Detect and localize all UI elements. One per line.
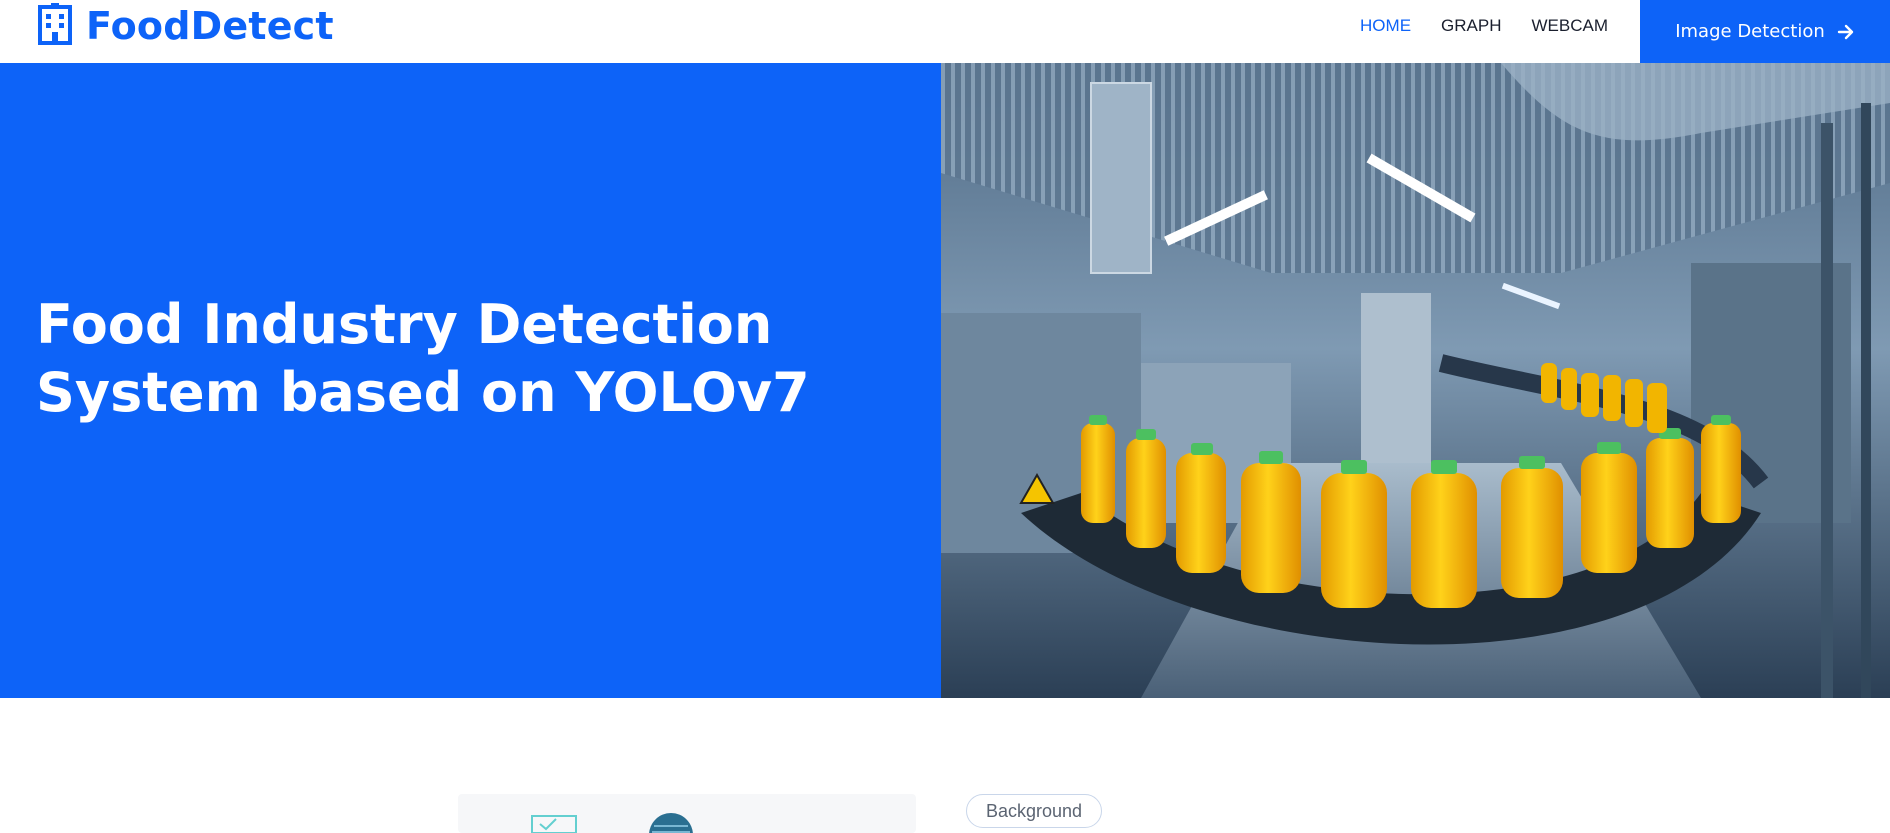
nav-home[interactable]: HOME <box>1360 16 1411 36</box>
brand-name: FoodDetect <box>86 4 334 48</box>
feature-card-preview <box>458 794 916 833</box>
background-badge: Background <box>966 794 1102 828</box>
main-nav: HOME GRAPH WEBCAM <box>1360 0 1608 52</box>
hero-image <box>941 63 1890 698</box>
navbar: FoodDetect HOME GRAPH WEBCAM Image Detec… <box>0 0 1890 63</box>
image-detection-button[interactable]: Image Detection <box>1640 0 1890 63</box>
building-icon <box>36 2 74 50</box>
nav-webcam[interactable]: WEBCAM <box>1532 16 1609 36</box>
nav-graph[interactable]: GRAPH <box>1441 16 1501 36</box>
brand-logo-link[interactable]: FoodDetect <box>36 0 334 52</box>
hero-section: Food Industry Detection System based on … <box>0 63 1890 698</box>
hero-text-panel: Food Industry Detection System based on … <box>0 63 941 698</box>
image-detection-label: Image Detection <box>1675 21 1825 42</box>
hero-title: Food Industry Detection System based on … <box>36 293 810 424</box>
arrow-right-icon <box>1837 23 1855 41</box>
